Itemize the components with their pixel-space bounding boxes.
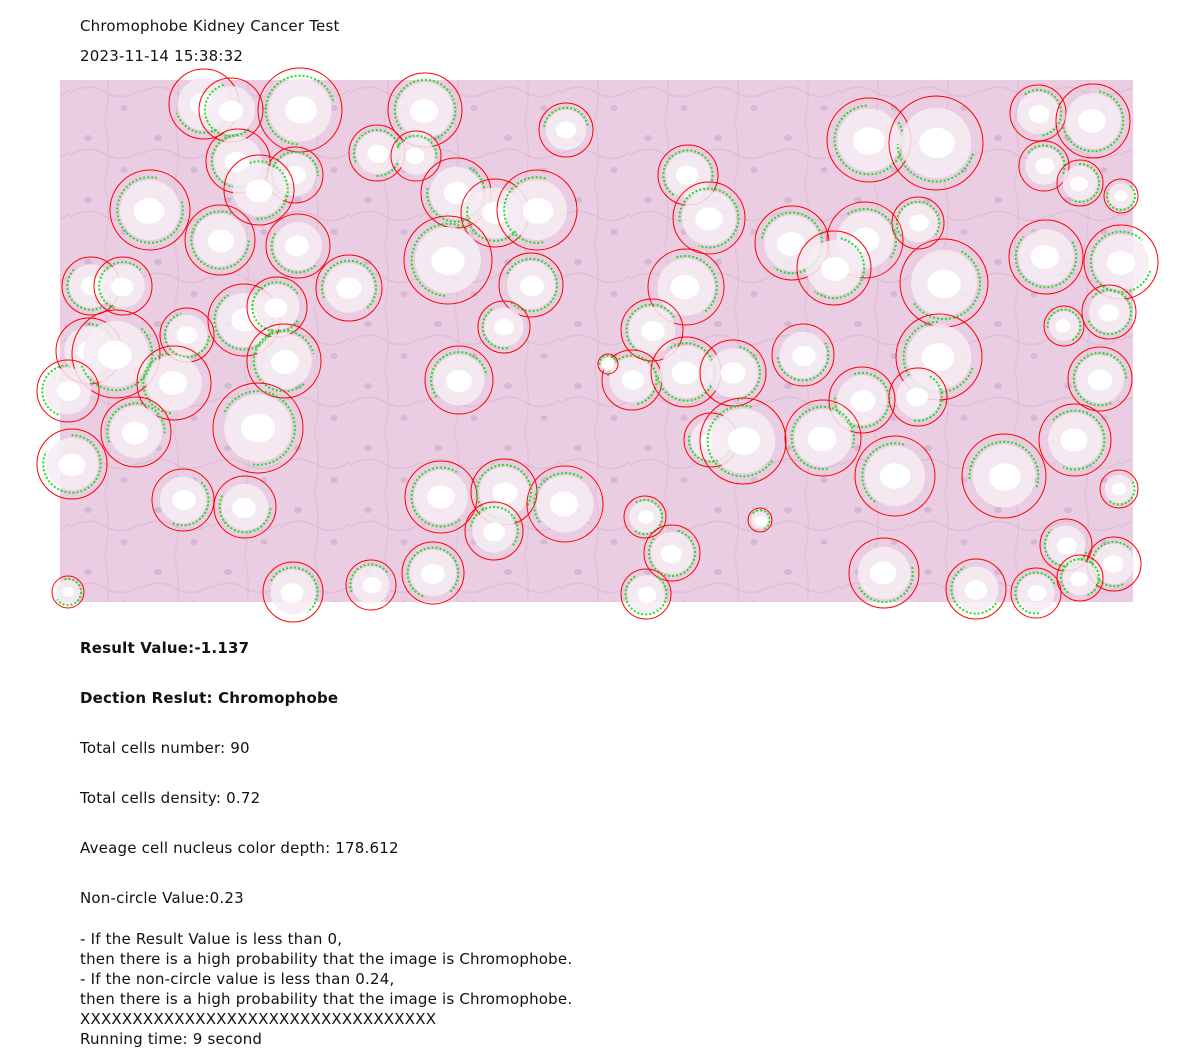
detected-cell bbox=[464, 501, 524, 561]
detected-cell bbox=[265, 213, 331, 279]
note-line: XXXXXXXXXXXXXXXXXXXXXXXXXXXXXXXXXX bbox=[80, 1010, 437, 1028]
detected-cell bbox=[888, 367, 948, 427]
detected-cell bbox=[345, 559, 397, 611]
note-line: then there is a high probability that th… bbox=[80, 950, 573, 968]
detected-cell bbox=[262, 561, 324, 623]
detected-cell bbox=[1081, 284, 1137, 340]
detected-cell bbox=[597, 353, 619, 375]
detected-cell bbox=[1008, 219, 1084, 295]
detected-cell bbox=[36, 359, 100, 423]
detected-cell bbox=[1038, 403, 1112, 477]
detected-cell bbox=[246, 276, 308, 338]
detected-cell bbox=[888, 95, 984, 191]
detected-cell bbox=[184, 204, 256, 276]
detected-cell bbox=[771, 323, 835, 387]
detected-cell bbox=[796, 230, 872, 306]
detected-cell bbox=[212, 382, 304, 474]
detected-cell bbox=[1043, 305, 1085, 347]
detected-cell bbox=[257, 67, 343, 153]
note-line: - If the non-circle value is less than 0… bbox=[80, 970, 395, 988]
detected-cell bbox=[213, 475, 277, 539]
detected-cell bbox=[93, 256, 153, 316]
detected-cell bbox=[477, 300, 531, 354]
detected-cell bbox=[620, 568, 672, 620]
nucleus-color-depth: Aveage cell nucleus color depth: 178.612 bbox=[80, 839, 399, 857]
detected-cell bbox=[1067, 346, 1133, 412]
total-cells-density: Total cells density: 0.72 bbox=[80, 789, 261, 807]
detected-cell bbox=[672, 181, 746, 255]
detection-result: Dection Reslut: Chromophobe bbox=[80, 689, 339, 707]
tissue-image bbox=[36, 67, 1159, 623]
detected-cell bbox=[246, 323, 322, 399]
note-line: - If the Result Value is less than 0, bbox=[80, 930, 343, 948]
detected-cell bbox=[623, 495, 667, 539]
detected-cell bbox=[643, 524, 701, 582]
detected-cell bbox=[1018, 140, 1070, 192]
non-circle-value: Non-circle Value:0.23 bbox=[80, 889, 244, 907]
detected-cell bbox=[51, 575, 85, 609]
detected-cell bbox=[526, 465, 604, 543]
detected-cell bbox=[784, 399, 862, 477]
detected-cell bbox=[854, 435, 936, 517]
interpretation-notes: - If the Result Value is less than 0, th… bbox=[80, 929, 572, 1049]
detected-cell bbox=[1056, 159, 1104, 207]
detected-cell bbox=[848, 537, 920, 609]
detected-cell bbox=[403, 215, 493, 305]
detected-cell bbox=[151, 468, 215, 532]
detected-cell bbox=[538, 102, 594, 158]
detected-cell bbox=[498, 252, 564, 318]
detected-cell bbox=[891, 196, 945, 250]
detected-cell bbox=[401, 541, 465, 605]
detected-cell bbox=[1099, 469, 1139, 509]
detected-cell bbox=[826, 97, 912, 183]
detected-cell bbox=[109, 169, 191, 251]
running-time: Running time: 9 second bbox=[80, 1030, 263, 1048]
detected-cell bbox=[699, 397, 787, 485]
detected-cell bbox=[747, 507, 773, 533]
detected-cell bbox=[424, 345, 494, 415]
detected-cell bbox=[496, 169, 578, 251]
detected-cell bbox=[1010, 567, 1062, 619]
detected-cell bbox=[315, 254, 383, 322]
detected-cell bbox=[36, 428, 108, 500]
detected-cell bbox=[100, 396, 172, 468]
detected-cell bbox=[390, 130, 442, 182]
detected-cell bbox=[1056, 554, 1104, 602]
detected-cell bbox=[1103, 178, 1139, 214]
detected-cell bbox=[699, 339, 767, 407]
detected-cell bbox=[348, 124, 406, 182]
detected-cell bbox=[961, 433, 1047, 519]
total-cells-number: Total cells number: 90 bbox=[80, 739, 250, 757]
detected-cell bbox=[1055, 83, 1131, 159]
result-value: Result Value:-1.137 bbox=[80, 639, 250, 657]
detected-cell bbox=[945, 558, 1007, 620]
detected-cell bbox=[159, 307, 215, 363]
detected-cell bbox=[223, 154, 295, 226]
note-line: then there is a high probability that th… bbox=[80, 990, 573, 1008]
